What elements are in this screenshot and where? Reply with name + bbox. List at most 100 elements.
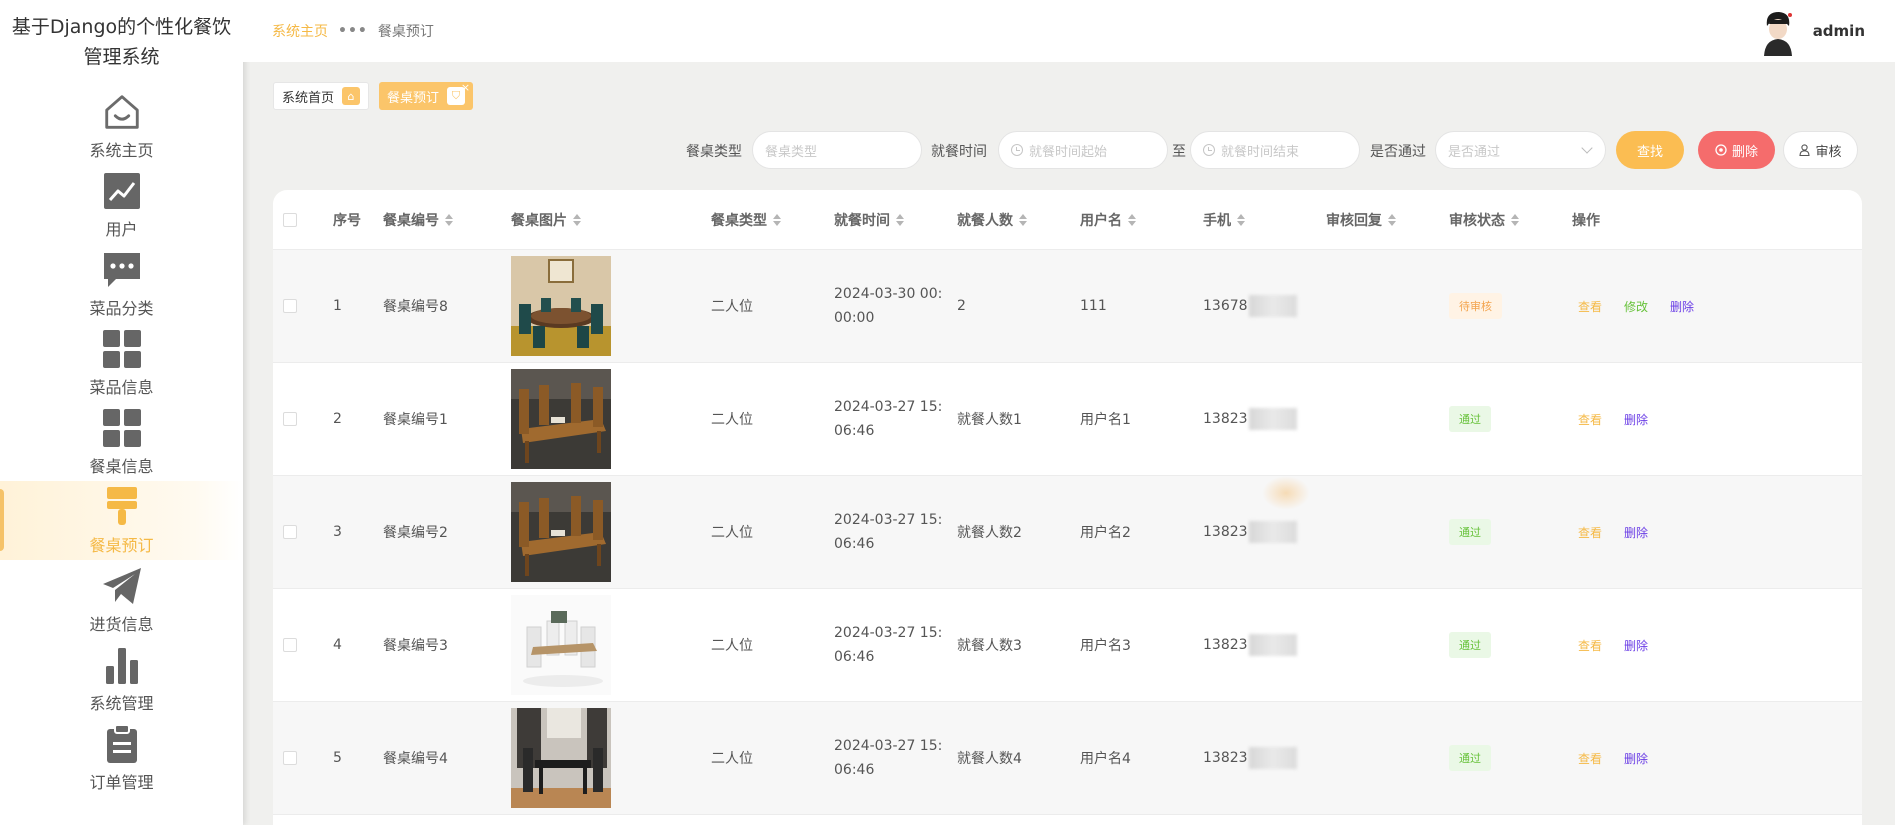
dine-time-end-input[interactable]: 就餐时间结束 <box>1190 131 1360 169</box>
table-row[interactable]: 5 餐桌编号4 二人位 2024-03-27 15: 06:46 就餐人数4 用户名4 138… <box>273 702 1862 815</box>
clipboard-icon <box>101 723 143 765</box>
delete-link[interactable]: 删除 <box>1624 750 1648 767</box>
delete-link[interactable]: 删除 <box>1624 637 1648 654</box>
cell-people: 就餐人数3 <box>957 638 1022 654</box>
view-link[interactable]: 查看 <box>1578 411 1602 428</box>
col-username[interactable]: 用户名 <box>1080 190 1136 250</box>
delete-link[interactable]: 删除 <box>1624 411 1648 428</box>
sidebar-item-1[interactable]: 用户 <box>0 165 243 244</box>
col-phone[interactable]: 手机 <box>1203 190 1245 250</box>
row-checkbox[interactable] <box>283 525 297 539</box>
username: admin <box>1812 22 1865 40</box>
phone-redaction <box>1248 747 1297 769</box>
view-link[interactable]: 查看 <box>1578 637 1602 654</box>
sidebar-item-5[interactable]: 餐桌预订 <box>0 481 243 560</box>
table-image[interactable] <box>511 482 611 582</box>
is-pass-select[interactable]: 是否通过 <box>1435 131 1606 169</box>
phone-redaction <box>1248 295 1297 317</box>
dine-time-start-input[interactable]: 就餐时间起始 <box>998 131 1168 169</box>
table-row[interactable]: 1 餐桌编号8 二人位 2024-03-30 00: 00:00 2 111 13678 待审核… <box>273 250 1862 363</box>
row-checkbox[interactable] <box>283 638 297 652</box>
row-checkbox[interactable] <box>283 412 297 426</box>
user-icon <box>1799 144 1811 156</box>
avatar[interactable] <box>1754 6 1801 56</box>
dine-time-start-placeholder: 就餐时间起始 <box>1029 144 1108 160</box>
breadcrumb-home-link[interactable]: 系统主页 <box>272 21 328 41</box>
sidebar-item-label: 菜品信息 <box>89 377 154 397</box>
sidebar-item-2[interactable]: 菜品分类 <box>0 244 243 323</box>
breadcrumb-separator: ••• <box>338 23 368 39</box>
col-table-no[interactable]: 餐桌编号 <box>383 190 453 250</box>
cell-people: 2 <box>957 298 966 314</box>
cell-dine-time: 2024-03-27 15: 06:46 <box>834 621 944 669</box>
edit-link[interactable]: 修改 <box>1624 298 1648 315</box>
table-image[interactable] <box>511 708 611 808</box>
sort-icon[interactable] <box>573 214 581 226</box>
dine-time-line1: 2024-03-27 15: <box>834 738 943 754</box>
sidebar-item-3[interactable]: 菜品信息 <box>0 323 243 402</box>
sort-icon[interactable] <box>1511 214 1519 226</box>
view-link[interactable]: 查看 <box>1578 298 1602 315</box>
tab-table-booking[interactable]: 餐桌预订 ⛉ × <box>379 82 474 110</box>
cell-table-type: 二人位 <box>711 412 753 428</box>
table-image[interactable] <box>511 256 611 356</box>
sidebar-item-8[interactable]: 订单管理 <box>0 718 243 797</box>
col-table-type[interactable]: 餐桌类型 <box>711 190 781 250</box>
sort-icon[interactable] <box>445 214 453 226</box>
dine-time-line2: 06:46 <box>834 536 875 552</box>
select-all-checkbox[interactable] <box>283 213 297 227</box>
table-row[interactable]: 3 餐桌编号2 二人位 2024-03-27 15: 06:46 就餐人数2 用户名2 138… <box>273 476 1862 589</box>
sort-icon[interactable] <box>773 214 781 226</box>
table-type-input[interactable]: 餐桌类型 <box>752 131 922 169</box>
table-row[interactable]: 4 餐桌编号3 二人位 2024-03-27 15: 06:46 就餐人数3 用户名3 138… <box>273 589 1862 702</box>
delete-link[interactable]: 删除 <box>1624 524 1648 541</box>
sort-icon[interactable] <box>1019 214 1027 226</box>
sidebar-item-4[interactable]: 餐桌信息 <box>0 402 243 481</box>
audit-button[interactable]: 审核 <box>1783 131 1858 169</box>
col-dine-time[interactable]: 就餐时间 <box>834 190 904 250</box>
tab-home[interactable]: 系统首页 ⌂ <box>273 82 370 110</box>
cell-table-type: 二人位 <box>711 525 753 541</box>
delete-button[interactable]: 删除 <box>1698 131 1775 169</box>
user-menu[interactable]: admin <box>1754 6 1865 56</box>
table-image[interactable] <box>511 595 611 695</box>
sort-icon[interactable] <box>896 214 904 226</box>
col-ops-label: 操作 <box>1572 213 1600 229</box>
view-link[interactable]: 查看 <box>1578 524 1602 541</box>
close-icon[interactable]: × <box>461 82 470 94</box>
row-checkbox[interactable] <box>283 751 297 765</box>
brush-icon <box>101 486 143 528</box>
sidebar-item-label: 餐桌预订 <box>89 535 154 555</box>
table-image[interactable] <box>511 369 611 469</box>
dine-time-line2: 06:46 <box>834 762 875 778</box>
app-title: 基于Django的个性化餐饮 管理系统 <box>0 0 243 86</box>
row-actions: 查看 删除 <box>1578 524 1648 541</box>
col-people[interactable]: 就餐人数 <box>957 190 1027 250</box>
row-checkbox[interactable] <box>283 299 297 313</box>
col-reply[interactable]: 审核回复 <box>1326 190 1396 250</box>
tab-home-label: 系统首页 <box>282 90 335 106</box>
audit-button-label: 审核 <box>1815 144 1842 160</box>
bar-chart-icon <box>101 644 143 686</box>
table-row[interactable]: 2 餐桌编号1 二人位 2024-03-27 15: 06:46 就餐人数1 用户名1 138… <box>273 363 1862 476</box>
sort-icon[interactable] <box>1237 214 1245 226</box>
cell-username: 用户名2 <box>1080 525 1131 541</box>
dine-time-line1: 2024-03-27 15: <box>834 512 943 528</box>
sidebar-item-7[interactable]: 系统管理 <box>0 639 243 718</box>
col-status[interactable]: 审核状态 <box>1449 190 1519 250</box>
search-button[interactable]: 查找 <box>1616 131 1684 169</box>
view-link[interactable]: 查看 <box>1578 750 1602 767</box>
cell-phone: 13823 <box>1203 702 1297 814</box>
sidebar-item-6[interactable]: 进货信息 <box>0 560 243 639</box>
phone-prefix: 13823 <box>1203 411 1248 427</box>
sort-icon[interactable] <box>1128 214 1136 226</box>
cell-username: 用户名1 <box>1080 412 1131 428</box>
row-actions: 查看 删除 <box>1578 750 1648 767</box>
col-table-type-label: 餐桌类型 <box>711 213 767 229</box>
search-button-label: 查找 <box>1636 144 1663 160</box>
sort-icon[interactable] <box>1388 214 1396 226</box>
cell-table-no: 餐桌编号4 <box>383 751 448 767</box>
phone-redaction <box>1248 521 1297 543</box>
delete-link[interactable]: 删除 <box>1670 298 1694 315</box>
col-table-pic[interactable]: 餐桌图片 <box>511 190 581 250</box>
